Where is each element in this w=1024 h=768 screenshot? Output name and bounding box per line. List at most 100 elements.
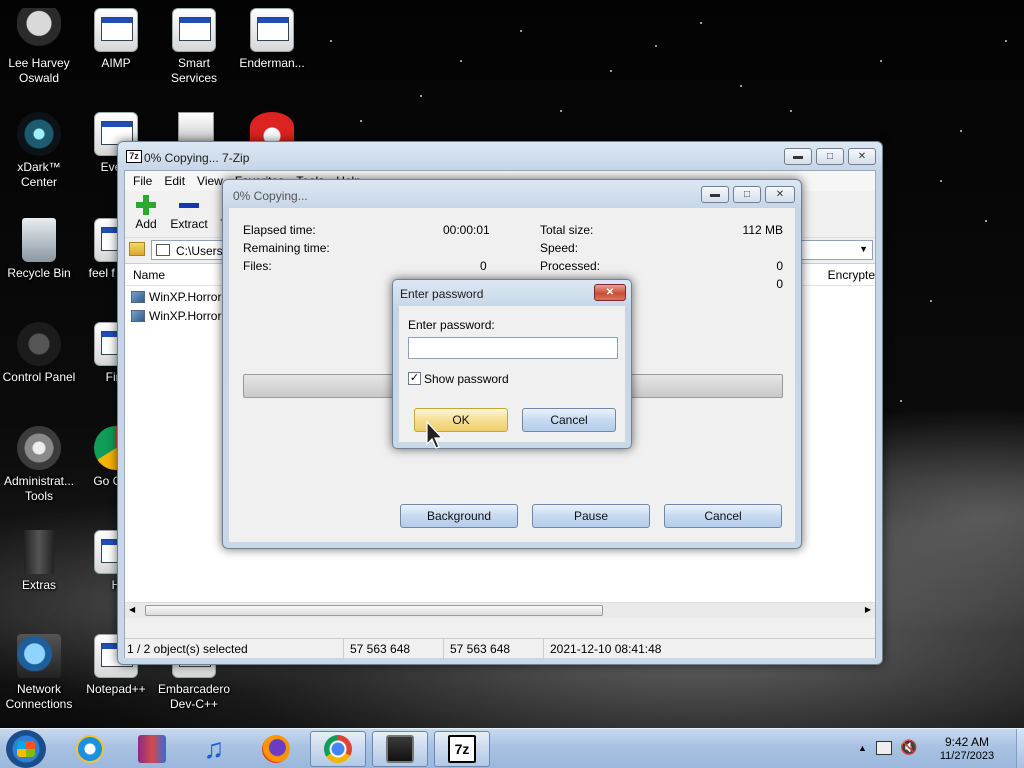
scroll-thumb[interactable] <box>145 605 603 616</box>
desktop-icon-enderman[interactable]: Enderman... <box>233 8 311 71</box>
scroll-right-icon[interactable]: ▶ <box>865 605 871 614</box>
taskbar-firefox[interactable] <box>248 731 304 767</box>
show-password-label[interactable]: Show password <box>424 372 509 386</box>
gear-document-icon <box>172 8 216 52</box>
desktop-icon-label: Recycle Bin <box>7 266 71 280</box>
file-icon <box>131 291 145 303</box>
internet-explorer-icon <box>76 735 104 763</box>
clock-date[interactable]: 11/27/2023 <box>930 750 1004 762</box>
processed-value: 0 <box>776 259 783 273</box>
file-icon <box>131 310 145 322</box>
status-divider <box>543 639 544 659</box>
list-item[interactable]: WinXP.Horror <box>131 288 221 306</box>
desktop-icon-label: Extras <box>21 578 56 592</box>
password-title-bar[interactable]: Enter password ✕ <box>393 280 631 306</box>
horizontal-scrollbar[interactable]: ◀ ▶ <box>125 602 875 618</box>
taskbar-music[interactable]: ♫ <box>186 731 242 767</box>
status-divider <box>443 639 444 659</box>
total-size-label: Total size: <box>540 223 594 237</box>
partial-icon-row2-col3 <box>178 112 214 142</box>
progress-close-button[interactable]: ✕ <box>765 186 795 203</box>
chevron-down-icon[interactable]: ▼ <box>859 244 868 254</box>
music-note-icon: ♫ <box>203 733 225 764</box>
gears-icon <box>17 426 61 470</box>
network-tray-icon[interactable] <box>876 741 892 755</box>
desktop-icon-label: AIMP <box>101 56 131 70</box>
desktop-icon-recycle-bin[interactable]: Recycle Bin <box>0 218 78 281</box>
minus-icon <box>179 195 199 215</box>
address-folder-icon <box>156 244 170 256</box>
menu-view[interactable]: View <box>197 174 223 188</box>
elapsed-value: 00:00:01 <box>443 223 490 237</box>
show-desktop-button[interactable] <box>1016 729 1024 768</box>
recycle-bin-icon <box>22 218 56 262</box>
windows-logo-icon <box>17 741 35 757</box>
desktop-icon-label: Administrat... Tools <box>3 474 75 503</box>
taskbar-chrome[interactable] <box>310 731 366 767</box>
desktop-icon-network-connections[interactable]: Network Connections <box>0 634 78 712</box>
folder-up-icon <box>129 242 145 256</box>
extract-button[interactable]: Extract <box>169 195 209 231</box>
progress-maximize-button[interactable]: □ <box>733 186 761 203</box>
show-password-checkbox[interactable]: ✓ <box>408 372 421 385</box>
scroll-left-icon[interactable]: ◀ <box>129 605 135 614</box>
seven-zip-icon: 7z <box>126 150 142 163</box>
status-size: 57 563 648 <box>350 642 411 656</box>
maximize-icon: □ <box>743 188 751 200</box>
desktop-icon-label: Lee Harvey Oswald <box>8 56 70 85</box>
column-name[interactable]: Name <box>133 268 165 282</box>
status-packed: 57 563 648 <box>450 642 511 656</box>
files-label: Files: <box>243 259 272 273</box>
progress-minimize-button[interactable]: ▬ <box>701 186 729 203</box>
password-close-button[interactable]: ✕ <box>594 284 626 301</box>
password-dialog-title: Enter password <box>400 287 484 301</box>
cancel-password-button[interactable]: Cancel <box>522 408 616 432</box>
address-text: C:\Users <box>176 244 223 258</box>
status-divider <box>343 639 344 659</box>
progress-title-bar[interactable]: 0% Copying... ▬ □ ✕ <box>223 180 801 208</box>
desktop-icon-lee-harvey-oswald[interactable]: Lee Harvey Oswald <box>0 8 78 86</box>
elapsed-label: Elapsed time: <box>243 223 316 237</box>
desktop-icon-xdark-center[interactable]: xDark™ Center <box>0 112 78 190</box>
desktop-icon-control-panel[interactable]: Control Panel <box>0 322 78 385</box>
background-button[interactable]: Background <box>400 504 518 528</box>
taskbar-internet-explorer[interactable] <box>62 731 118 767</box>
desktop-icon-extras[interactable]: Extras <box>0 530 78 593</box>
taskbar-remote-desktop[interactable] <box>372 731 428 767</box>
volume-muted-icon[interactable]: 🔇 <box>900 739 917 756</box>
list-item[interactable]: WinXP.Horror <box>131 307 221 325</box>
status-modified: 2021-12-10 08:41:48 <box>550 642 662 656</box>
title-bar[interactable]: 7z 0% Copying... 7-Zip ▬ □ ✕ <box>118 142 882 170</box>
monitor-icon <box>386 735 414 763</box>
add-button[interactable]: Add <box>131 195 161 231</box>
desktop-icon-administrative-tools[interactable]: Administrat... Tools <box>0 426 78 504</box>
start-button[interactable] <box>6 730 46 768</box>
desktop-icon-label: Embarcadero Dev-C++ <box>157 682 231 711</box>
close-button[interactable]: ✕ <box>848 148 876 165</box>
cancel-copy-button[interactable]: Cancel <box>664 504 782 528</box>
firefox-icon <box>262 735 290 763</box>
close-icon: ✕ <box>775 188 785 200</box>
show-hidden-icons-icon[interactable]: ▲ <box>858 743 867 753</box>
chrome-icon <box>324 735 352 763</box>
desktop-icon-smart-services[interactable]: Smart Services <box>155 8 233 86</box>
menu-edit[interactable]: Edit <box>164 174 185 188</box>
control-panel-icon <box>17 322 61 366</box>
clock-time[interactable]: 9:42 AM <box>936 735 998 749</box>
maximize-button[interactable]: □ <box>816 148 844 165</box>
taskbar: ♫ 7z ▲ 🔇 9:42 AM 11/27/2023 <box>0 728 1024 768</box>
seven-zip-taskbar-icon: 7z <box>448 735 476 763</box>
progress-window-title: 0% Copying... <box>233 189 308 203</box>
password-input[interactable] <box>408 337 618 359</box>
menu-file[interactable]: File <box>133 174 152 188</box>
column-encrypted[interactable]: Encrypte <box>828 268 875 282</box>
minimize-button[interactable]: ▬ <box>784 148 812 165</box>
taskbar-seven-zip[interactable]: 7z <box>434 731 490 767</box>
extra-value: 0 <box>776 277 783 291</box>
taskbar-winrar[interactable] <box>124 731 180 767</box>
status-bar: 1 / 2 object(s) selected 57 563 648 57 5… <box>125 638 875 659</box>
desktop-icon-aimp[interactable]: AIMP <box>77 8 155 71</box>
file-name: WinXP.Horror <box>149 290 222 304</box>
pause-button[interactable]: Pause <box>532 504 650 528</box>
close-icon: ✕ <box>605 286 615 298</box>
